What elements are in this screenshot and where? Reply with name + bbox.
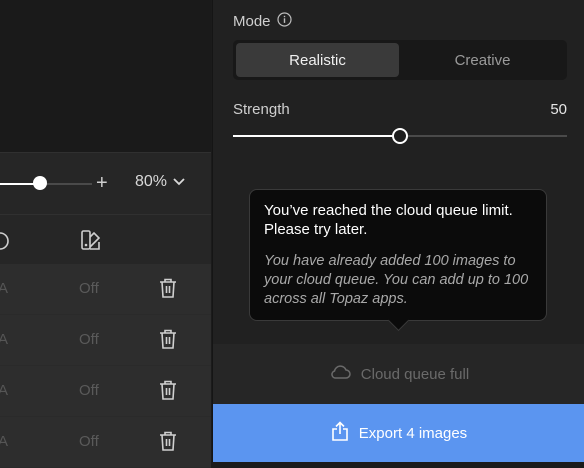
info-icon[interactable] — [276, 12, 292, 31]
tooltip-arrow — [387, 309, 410, 332]
tooltip-title: You’ve reached the cloud queue limit. Pl… — [264, 202, 513, 238]
table-row[interactable]: A Off — [0, 264, 211, 315]
cloud-icon — [329, 364, 351, 384]
zoom-value: 80% — [135, 173, 168, 190]
image-list: A Off A Off A Off A Off — [0, 264, 211, 468]
circle-icon — [0, 231, 10, 256]
strength-slider-handle[interactable] — [392, 128, 408, 144]
zoom-dropdown[interactable]: 80% — [135, 173, 185, 191]
share-icon — [331, 421, 349, 445]
zoom-bar: + 80% — [0, 152, 211, 215]
left-pane: + 80% A Off A Off A Off A Off — [0, 0, 211, 468]
export-label: Export 4 images — [358, 424, 468, 442]
table-row[interactable]: A Off — [0, 315, 211, 366]
settings-panel: Mode Realistic Creative Strength 50 You’… — [212, 0, 584, 462]
cloud-queue-label: Cloud queue full — [360, 365, 470, 383]
status-cell: Off — [79, 280, 99, 297]
tooltip-body: You have already added 100 images to you… — [264, 253, 529, 307]
zoom-slider-handle[interactable] — [33, 176, 48, 190]
table-row[interactable]: A Off — [0, 366, 211, 417]
mode-label-row: Mode — [233, 12, 292, 31]
mode-selector: Realistic Creative — [233, 40, 567, 80]
export-button[interactable]: Export 4 images — [213, 404, 584, 462]
status-cell: Off — [79, 331, 99, 348]
table-header — [0, 214, 211, 265]
trash-icon[interactable] — [158, 379, 178, 406]
model-cell: A — [0, 331, 9, 348]
strength-slider-fill — [233, 135, 400, 137]
trash-icon[interactable] — [158, 328, 178, 355]
queue-limit-tooltip: You’ve reached the cloud queue limit. Pl… — [249, 189, 547, 332]
trash-icon[interactable] — [158, 430, 178, 457]
color-swatch-icon — [80, 229, 102, 256]
mode-creative-button[interactable]: Creative — [401, 43, 564, 77]
mode-label: Mode — [233, 13, 271, 30]
model-cell: A — [0, 433, 9, 450]
zoom-in-button[interactable]: + — [96, 171, 108, 195]
mode-realistic-button[interactable]: Realistic — [236, 43, 399, 77]
cloud-queue-button[interactable]: Cloud queue full — [213, 344, 584, 404]
strength-value: 50 — [550, 101, 567, 118]
strength-slider[interactable] — [233, 128, 567, 144]
status-cell: Off — [79, 433, 99, 450]
table-row[interactable]: A Off — [0, 417, 211, 468]
model-cell: A — [0, 382, 9, 399]
image-preview — [0, 0, 211, 152]
chevron-down-icon — [173, 173, 185, 191]
trash-icon[interactable] — [158, 277, 178, 304]
strength-label: Strength — [233, 101, 290, 118]
status-cell: Off — [79, 382, 99, 399]
model-cell: A — [0, 280, 9, 297]
